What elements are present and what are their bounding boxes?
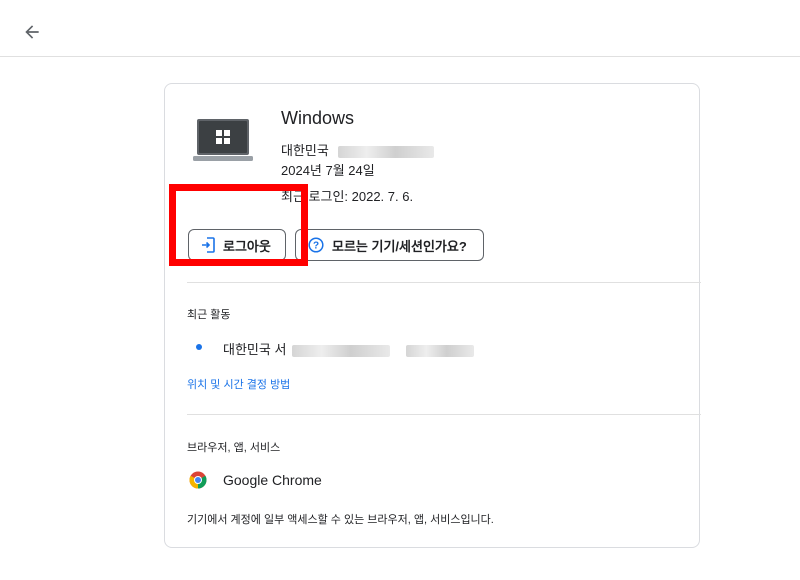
location-time-info-link[interactable]: 위치 및 시간 결정 방법 bbox=[187, 376, 290, 392]
recent-activity-title: 최근 활동 bbox=[187, 309, 231, 321]
last-login: 최근 로그인: 2022. 7. 6. bbox=[281, 189, 414, 204]
unknown-device-button[interactable]: ? 모르는 기기/세션인가요? bbox=[295, 229, 484, 261]
redacted-time bbox=[405, 344, 474, 357]
svg-text:?: ? bbox=[313, 241, 319, 252]
device-name: Windows bbox=[281, 108, 355, 128]
logout-icon bbox=[202, 237, 215, 253]
browsers-footer: 기기에서 계정에 일부 액세스할 수 있는 브라우저, 앱, 서비스입니다. bbox=[187, 514, 494, 526]
logout-button[interactable]: 로그아웃 bbox=[188, 229, 286, 261]
back-button[interactable] bbox=[14, 14, 50, 50]
help-circle-icon: ? bbox=[308, 237, 324, 253]
recent-activity-location: 대한민국 서 bbox=[223, 339, 474, 358]
device-date: 2024년 7월 24일 bbox=[281, 163, 375, 178]
bullet-dot bbox=[196, 344, 202, 350]
top-bar bbox=[0, 0, 800, 57]
redacted-location bbox=[292, 344, 391, 357]
device-location-text: 대한민국 bbox=[281, 143, 329, 158]
recent-activity-location-text: 대한민국 서 bbox=[223, 342, 287, 357]
unknown-device-label: 모르는 기기/세션인가요? bbox=[332, 238, 467, 254]
chrome-icon bbox=[189, 471, 207, 489]
redacted-location bbox=[338, 145, 435, 158]
device-card: Windows 대한민국 2024년 7월 24일 최근 로그인: 2022. … bbox=[164, 83, 701, 548]
divider bbox=[187, 282, 701, 283]
laptop-icon bbox=[193, 119, 253, 161]
arrow-left-icon bbox=[25, 25, 39, 39]
device-location: 대한민국 bbox=[281, 140, 435, 159]
browsers-title: 브라우저, 앱, 서비스 bbox=[187, 442, 281, 454]
logout-label: 로그아웃 bbox=[223, 238, 271, 254]
browser-name: Google Chrome bbox=[223, 472, 322, 488]
divider bbox=[187, 414, 701, 415]
